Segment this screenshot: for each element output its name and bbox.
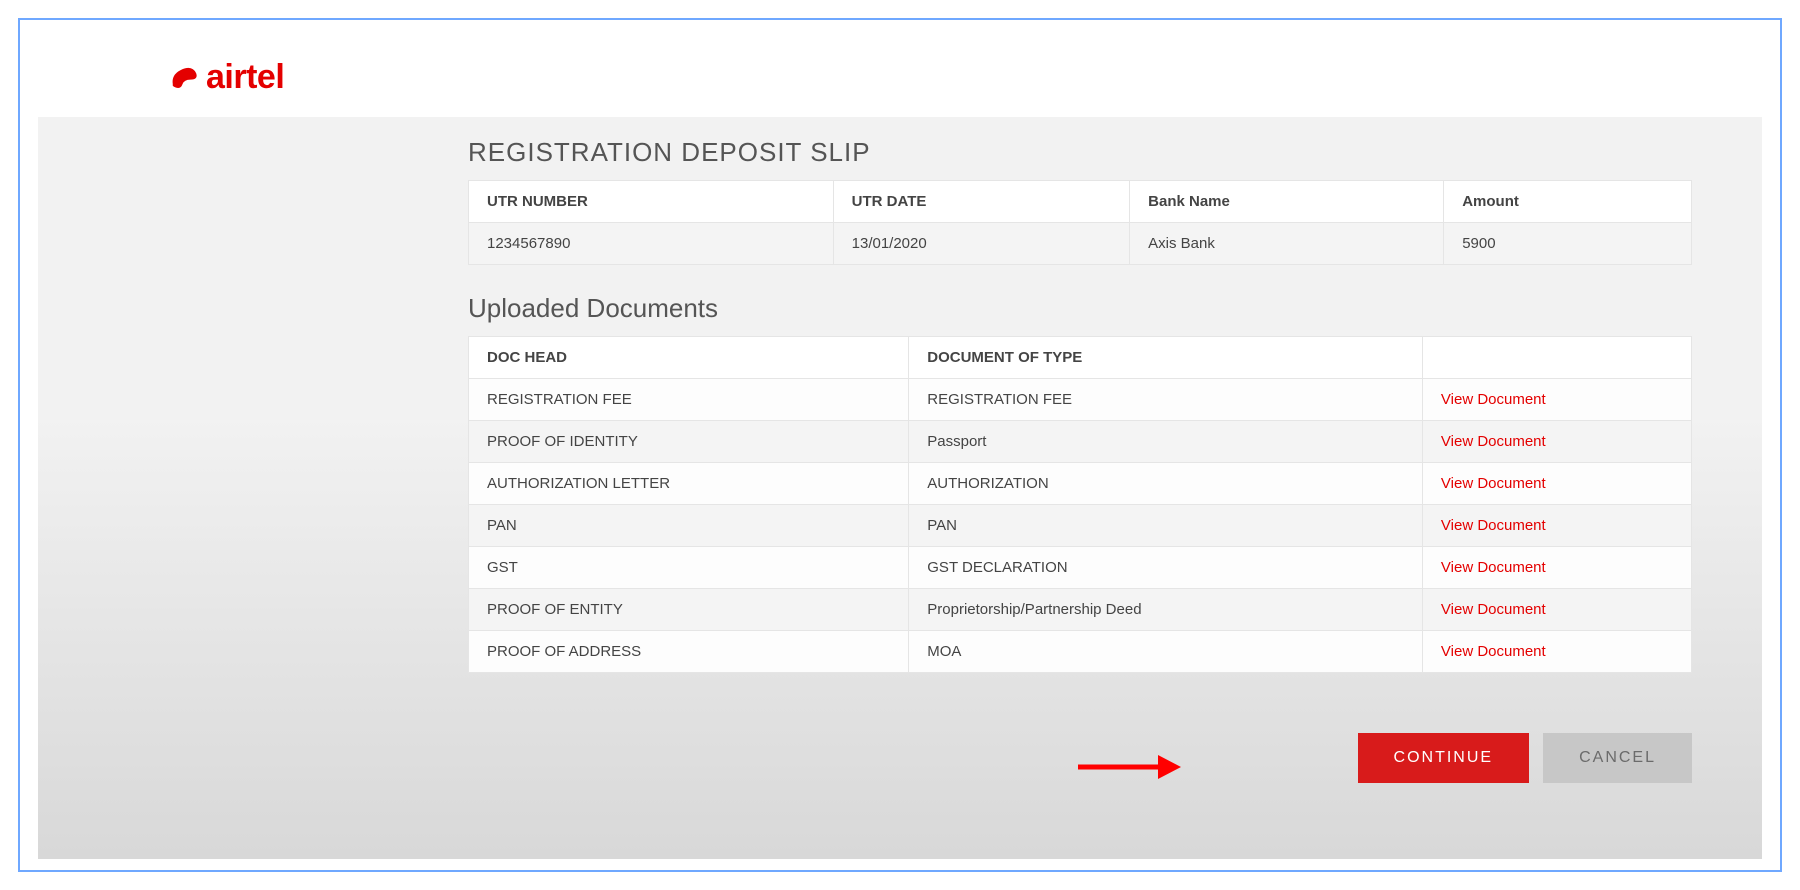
cell-action: View Document	[1422, 421, 1691, 463]
app-frame: airtel REGISTRATION DEPOSIT SLIP UTR NUM…	[18, 18, 1782, 872]
col-utr-number: UTR NUMBER	[469, 181, 834, 223]
cell-doc-type: GST DECLARATION	[909, 547, 1423, 589]
brand-logo: airtel	[168, 58, 284, 97]
cell-action: View Document	[1422, 463, 1691, 505]
cell-bank-name: Axis Bank	[1130, 223, 1444, 265]
view-document-link[interactable]: View Document	[1441, 391, 1546, 408]
deposit-slip-title: REGISTRATION DEPOSIT SLIP	[468, 137, 1692, 168]
table-row: PROOF OF ENTITYProprietorship/Partnershi…	[469, 589, 1692, 631]
cell-amount: 5900	[1444, 223, 1692, 265]
cell-action: View Document	[1422, 547, 1691, 589]
view-document-link[interactable]: View Document	[1441, 643, 1546, 660]
col-bank-name: Bank Name	[1130, 181, 1444, 223]
col-utr-date: UTR DATE	[833, 181, 1130, 223]
view-document-link[interactable]: View Document	[1441, 475, 1546, 492]
deposit-table: UTR NUMBER UTR DATE Bank Name Amount 123…	[468, 180, 1692, 265]
view-document-link[interactable]: View Document	[1441, 433, 1546, 450]
table-row: AUTHORIZATION LETTERAUTHORIZATION View Do…	[469, 463, 1692, 505]
cell-utr-number: 1234567890	[469, 223, 834, 265]
cell-doc-head: PROOF OF ENTITY	[469, 589, 909, 631]
cell-action: View Document	[1422, 631, 1691, 673]
cell-utr-date: 13/01/2020	[833, 223, 1130, 265]
cell-action: View Document	[1422, 589, 1691, 631]
continue-button[interactable]: CONTINUE	[1358, 733, 1530, 783]
table-row: PROOF OF ADDRESSMOA View Document	[469, 631, 1692, 673]
cell-doc-head: PROOF OF ADDRESS	[469, 631, 909, 673]
table-row: 1234567890 13/01/2020 Axis Bank 5900	[469, 223, 1692, 265]
main-content: REGISTRATION DEPOSIT SLIP UTR NUMBER UTR…	[38, 117, 1762, 859]
view-document-link[interactable]: View Document	[1441, 601, 1546, 618]
col-doc-head: DOC HEAD	[469, 337, 909, 379]
view-document-link[interactable]: View Document	[1441, 559, 1546, 576]
table-row: PANPAN View Document	[469, 505, 1692, 547]
col-amount: Amount	[1444, 181, 1692, 223]
cell-doc-type: MOA	[909, 631, 1423, 673]
cell-doc-head: REGISTRATION FEE	[469, 379, 909, 421]
cell-action: View Document	[1422, 379, 1691, 421]
table-row: GSTGST DECLARATION View Document	[469, 547, 1692, 589]
view-document-link[interactable]: View Document	[1441, 517, 1546, 534]
cell-doc-type: REGISTRATION FEE	[909, 379, 1423, 421]
cell-doc-head: PAN	[469, 505, 909, 547]
table-header-row: DOC HEAD DOCUMENT OF TYPE	[469, 337, 1692, 379]
col-doc-type: DOCUMENT OF TYPE	[909, 337, 1423, 379]
cell-doc-type: Proprietorship/Partnership Deed	[909, 589, 1423, 631]
cancel-button[interactable]: CANCEL	[1543, 733, 1692, 783]
cell-doc-head: PROOF OF IDENTITY	[469, 421, 909, 463]
cell-doc-head: AUTHORIZATION LETTER	[469, 463, 909, 505]
cell-action: View Document	[1422, 505, 1691, 547]
cell-doc-type: AUTHORIZATION	[909, 463, 1423, 505]
table-row: PROOF OF IDENTITYPassport View Document	[469, 421, 1692, 463]
table-row: REGISTRATION FEEREGISTRATION FEE View Doc…	[469, 379, 1692, 421]
uploaded-documents-title: Uploaded Documents	[468, 293, 1692, 324]
cell-doc-type: PAN	[909, 505, 1423, 547]
table-header-row: UTR NUMBER UTR DATE Bank Name Amount	[469, 181, 1692, 223]
col-action	[1422, 337, 1691, 379]
action-button-row: CONTINUE CANCEL	[468, 733, 1692, 783]
brand-name: airtel	[206, 58, 284, 97]
airtel-swirl-icon	[168, 62, 200, 94]
cell-doc-head: GST	[469, 547, 909, 589]
header: airtel	[38, 38, 1762, 117]
cell-doc-type: Passport	[909, 421, 1423, 463]
documents-table: DOC HEAD DOCUMENT OF TYPE REGISTRATION F…	[468, 336, 1692, 673]
